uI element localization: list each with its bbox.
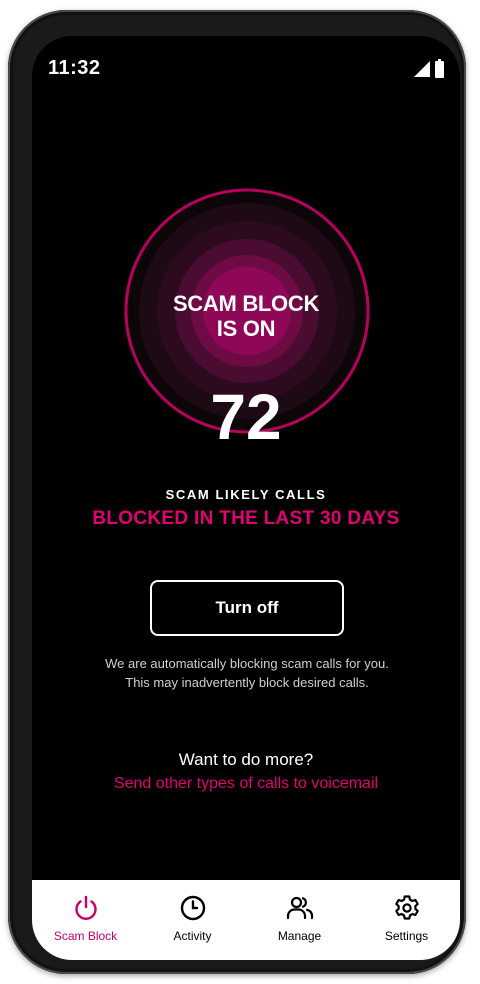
people-icon xyxy=(286,896,313,920)
nav-label-activity: Activity xyxy=(173,929,212,943)
turn-off-button[interactable]: Turn off xyxy=(150,580,344,636)
bottom-navigation: Scam Block Activity Manage Settings xyxy=(32,880,460,960)
scam-likely-calls-label: SCAM LIKELY CALLS xyxy=(165,487,327,502)
phone-frame: 11:32 SCAM BLOCK IS ON 72 SCAM LIKELY CA… xyxy=(8,10,466,974)
app-screen: 11:32 SCAM BLOCK IS ON 72 SCAM LIKELY CA… xyxy=(32,36,460,960)
gear-icon xyxy=(394,895,419,920)
blocked-period-label: BLOCKED IN THE LAST 30 DAYS xyxy=(92,508,400,529)
power-icon xyxy=(74,895,97,920)
battery-icon xyxy=(435,59,444,78)
nav-item-scam-block[interactable]: Scam Block xyxy=(32,880,139,960)
status-bar: 11:32 xyxy=(32,36,460,92)
blocking-disclaimer: We are automatically blocking scam calls… xyxy=(105,656,389,690)
nav-label-scam-block: Scam Block xyxy=(53,929,118,943)
blocked-calls-count: 72 xyxy=(210,381,282,453)
signal-icon xyxy=(414,61,430,77)
status-title-line2: IS ON xyxy=(216,316,276,341)
voicemail-settings-link[interactable]: Send other types of calls to voicemail xyxy=(32,775,460,793)
scam-block-status-title: SCAM BLOCK IS ON xyxy=(32,291,460,341)
status-time: 11:32 xyxy=(48,57,101,79)
clock-icon xyxy=(180,895,205,921)
status-title-line1: SCAM BLOCK xyxy=(172,291,320,316)
nav-label-manage: Manage xyxy=(277,929,322,943)
nav-item-settings[interactable]: Settings xyxy=(353,880,460,960)
more-options-question: Want to do more? xyxy=(178,750,314,769)
nav-item-manage[interactable]: Manage xyxy=(246,880,353,960)
nav-label-settings: Settings xyxy=(384,929,429,943)
nav-item-activity[interactable]: Activity xyxy=(139,880,246,960)
